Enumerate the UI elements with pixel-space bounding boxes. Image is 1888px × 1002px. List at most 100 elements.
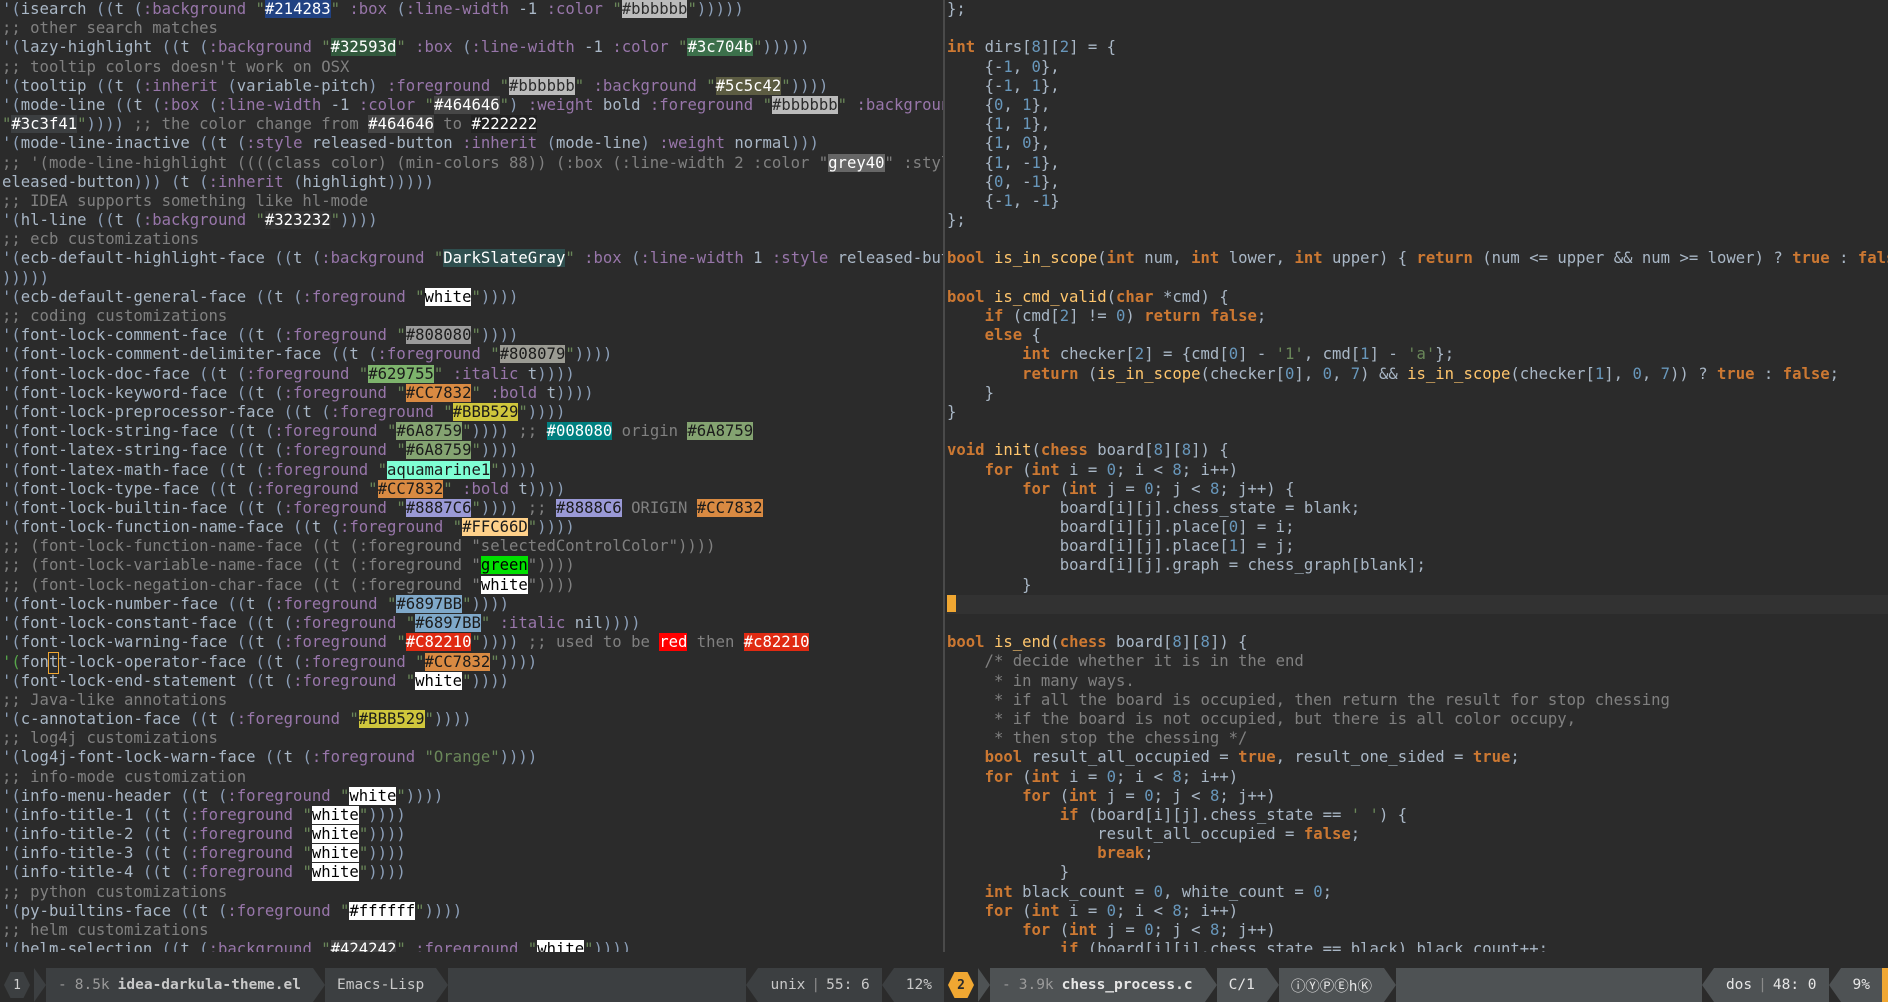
- code-line: '(font-lock-end-statement ((t (:foregrou…: [2, 671, 510, 690]
- color-swatch: white: [537, 940, 585, 952]
- code-line: '(ecb-default-general-face ((t (:foregro…: [2, 287, 519, 306]
- code-line: {1, -1},: [984, 153, 1060, 172]
- code-line: '(ecb-default-highlight-face ((t (:backg…: [2, 249, 943, 268]
- major-mode-left[interactable]: Emacs-Lisp: [324, 968, 437, 1002]
- color-swatch: #464646: [433, 95, 500, 114]
- window-number-badge: 1: [4, 972, 30, 998]
- code-line: int dirs[8][2] = {: [947, 38, 1117, 57]
- color-swatch: #bbbbbb: [621, 0, 688, 18]
- separator: |: [1758, 977, 1767, 993]
- color-swatch: white: [311, 863, 359, 882]
- code-line: for (int i = 0; i < 8; i++): [984, 460, 1239, 479]
- editor-window-left[interactable]: '(isearch ((t (:background "#214283" :bo…: [0, 0, 943, 952]
- code-line: board[i][j].place[1] = j;: [1059, 537, 1295, 556]
- encoding-position-left[interactable]: unix | 55: 6: [758, 968, 882, 1002]
- code-line: ;; log4j customizations: [2, 729, 218, 748]
- code-line: ;; helm customizations: [2, 921, 209, 939]
- cursor-position: 55: 6: [826, 977, 870, 993]
- modified-indicator: -: [1002, 977, 1011, 993]
- text-cursor: [947, 594, 956, 612]
- buffer-name[interactable]: chess_process.c: [1062, 977, 1193, 993]
- modified-indicator: -: [58, 977, 67, 993]
- color-swatch: DarkSlateGray: [443, 249, 566, 268]
- code-line: bool is_in_scope(int num, int lower, int…: [947, 249, 1888, 268]
- code-line: '(lazy-highlight ((t (:background "#3259…: [2, 38, 810, 57]
- color-swatch: #6A8759: [687, 422, 754, 441]
- color-swatch: #3c3f41: [11, 115, 78, 134]
- code-line: "#3c3f41")))) ;; the color change from #…: [2, 115, 538, 134]
- code-line: '(info-title-4 ((t (:foreground "white")…: [2, 863, 406, 882]
- code-line: else {: [984, 326, 1041, 345]
- code-line: '(fontt-lock-operator-face ((t (:foregro…: [2, 652, 943, 674]
- color-swatch: #6A8759: [396, 422, 463, 441]
- code-line: '(font-lock-comment-face ((t (:foregroun…: [2, 326, 519, 345]
- code-line: '(font-lock-string-face ((t (:foreground…: [2, 422, 754, 441]
- code-line: '(font-lock-constant-face ((t (:foregrou…: [2, 614, 641, 632]
- color-swatch: white: [311, 805, 359, 824]
- code-line: ;; '(mode-line-highlight ((((class color…: [2, 153, 943, 172]
- code-line: {0, -1},: [984, 172, 1060, 191]
- code-line: for (int j = 0; j < 8; j++): [1022, 786, 1276, 805]
- right-buffer-text[interactable]: }; int dirs[8][2] = { {-1, 0}, {-1, 1}, …: [945, 0, 1888, 952]
- editor-window-right[interactable]: }; int dirs[8][2] = { {-1, 0}, {-1, 1}, …: [945, 0, 1888, 952]
- color-swatch: white: [424, 287, 472, 306]
- code-line: '(mode-line-inactive ((t (:style release…: [2, 134, 819, 153]
- left-buffer-text[interactable]: '(isearch ((t (:background "#214283" :bo…: [0, 0, 943, 952]
- major-mode-right[interactable]: C/1: [1216, 968, 1267, 1002]
- code-line: '(info-title-2 ((t (:foreground "white")…: [2, 825, 406, 844]
- code-line: }: [1022, 575, 1032, 594]
- color-swatch: #6A8759: [405, 441, 472, 460]
- code-line: '(info-menu-header ((t (:foreground "whi…: [2, 786, 444, 805]
- encoding: dos: [1725, 977, 1753, 993]
- code-line-cursor: [947, 594, 1888, 614]
- color-swatch: #CC7832: [377, 479, 444, 498]
- color-swatch: #32593d: [330, 38, 397, 57]
- window-number-right: 2: [944, 968, 978, 1002]
- color-swatch: #CC7832: [405, 383, 472, 402]
- minor-modes-right[interactable]: ⓘⓎⓅⒺhⓀ: [1278, 968, 1385, 1002]
- code-line: {-1, 1},: [984, 76, 1060, 95]
- color-swatch: #808079: [499, 345, 566, 364]
- code-line: '(font-lock-preprocessor-face ((t (:fore…: [2, 402, 566, 421]
- color-swatch: white: [415, 671, 463, 690]
- code-line: break;: [1097, 844, 1154, 863]
- color-swatch: white: [311, 844, 359, 863]
- code-line: '(info-title-1 ((t (:foreground "white")…: [2, 805, 406, 824]
- cursor-position: 48: 0: [1772, 977, 1817, 993]
- code-line: ;; IDEA supports something like hl-mode: [2, 191, 369, 210]
- buffer-size: 8.5k: [74, 977, 110, 993]
- buffer-name[interactable]: idea-darkula-theme.el: [118, 977, 301, 993]
- code-line: ;; ecb customizations: [2, 230, 200, 249]
- code-line: };: [947, 211, 966, 230]
- code-line: {-1, -1}: [984, 191, 1060, 210]
- code-line: bool is_end(chess board[8][8]) {: [947, 633, 1248, 652]
- code-line: for (int i = 0; i < 8; i++): [984, 901, 1239, 920]
- code-line: ;; (font-lock-variable-name-face ((t (:f…: [2, 556, 575, 575]
- buffer-info-left[interactable]: - 8.5k idea-darkula-theme.el: [46, 968, 313, 1002]
- code-line: if (board[i][j].chess_state == ' ') {: [1059, 805, 1408, 824]
- color-swatch: #bbbbbb: [771, 95, 838, 114]
- emacs-frame: '(isearch ((t (:background "#214283" :bo…: [0, 0, 1888, 1002]
- encoding-position-right[interactable]: dos | 48: 0: [1713, 968, 1829, 1002]
- code-line: '(hl-line ((t (:background "#323232")))): [2, 211, 378, 230]
- color-swatch: red: [659, 633, 688, 652]
- buffer-info-right[interactable]: - 3.9k chess_process.c: [990, 968, 1205, 1002]
- code-line: };: [947, 0, 966, 18]
- code-line: eleased-button))) (t (:inherit (highligh…: [2, 172, 434, 191]
- color-swatch: #629755: [368, 364, 434, 383]
- code-line: '(tooltip ((t (:inherit (variable-pitch)…: [2, 76, 829, 95]
- code-line: }: [984, 383, 994, 402]
- color-swatch: #FFC66D: [462, 518, 528, 537]
- code-line: }: [947, 402, 957, 421]
- code-line: if (board[i][j].chess_state == black) bl…: [1059, 940, 1548, 952]
- window-number-left: 1: [0, 968, 34, 1002]
- code-line: }: [1059, 863, 1070, 882]
- color-swatch: white: [480, 575, 528, 594]
- code-line: bool result_all_occupied = true, result_…: [984, 748, 1520, 767]
- mode-line-end-cap: [1882, 968, 1888, 1002]
- code-line: {1, 1},: [984, 115, 1051, 134]
- color-swatch: grey40: [828, 153, 885, 172]
- code-line: result_all_occupied = false;: [1097, 825, 1361, 844]
